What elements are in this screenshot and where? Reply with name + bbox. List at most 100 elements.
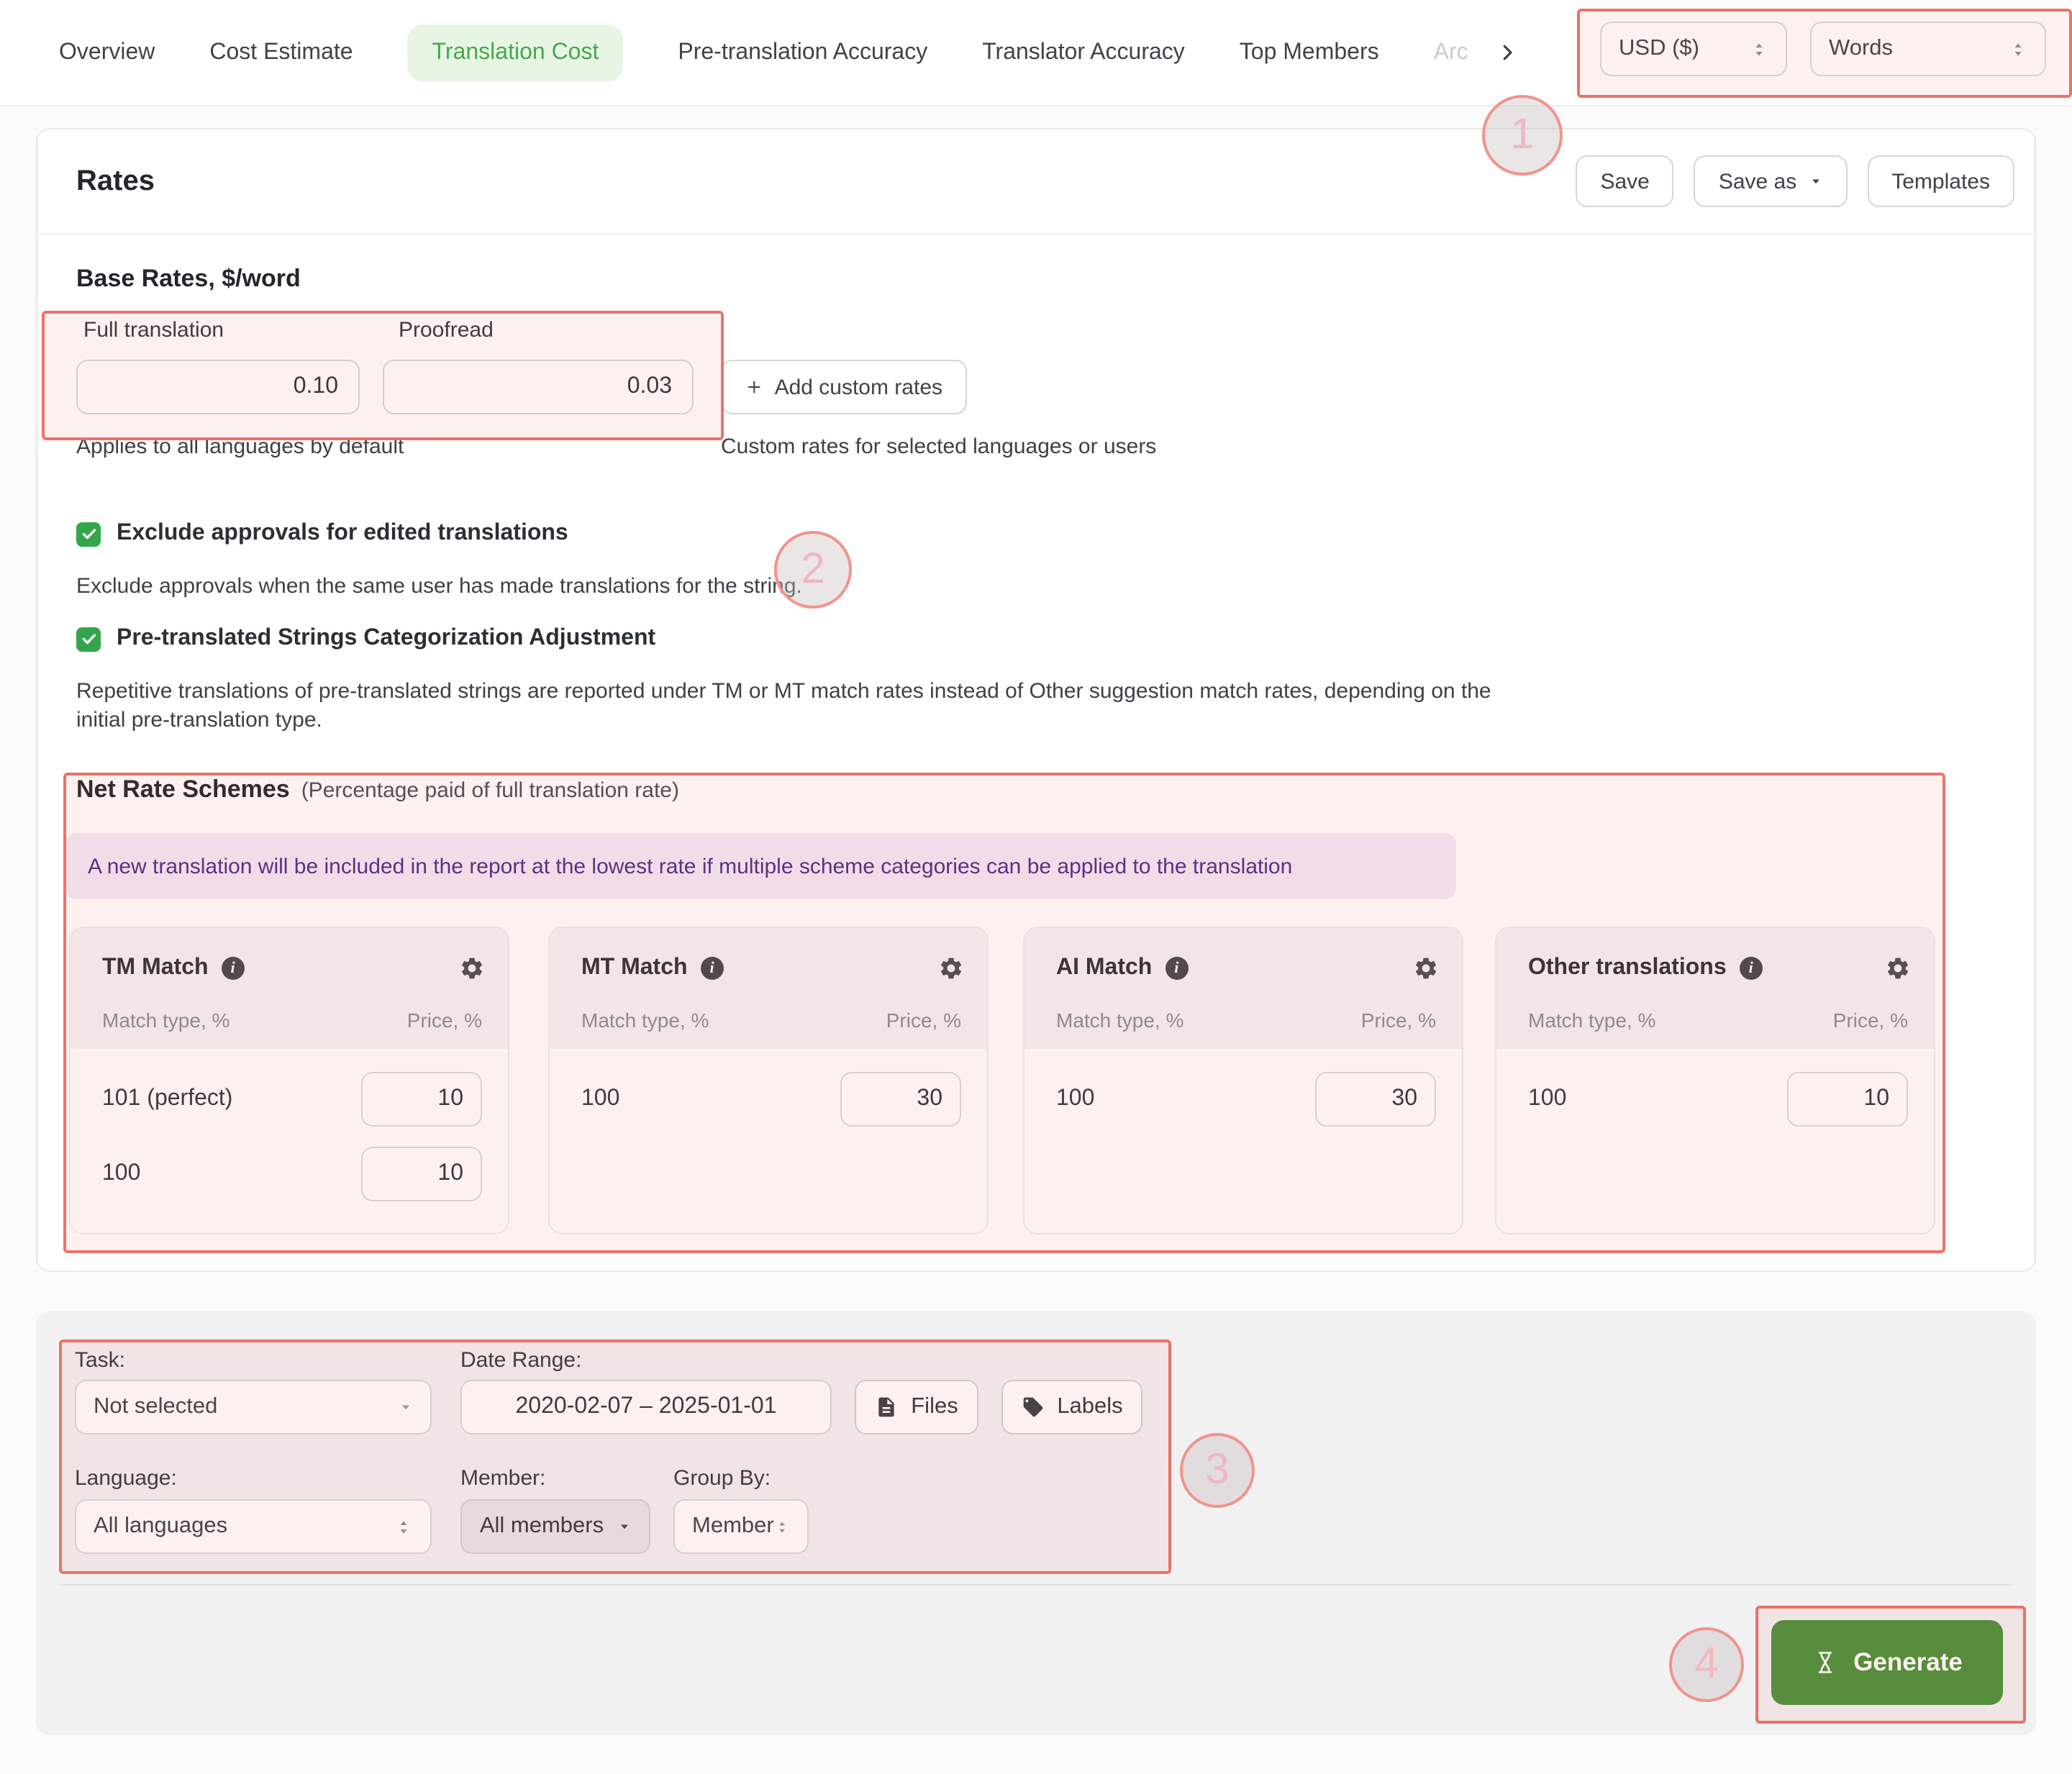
base-rates-heading: Base Rates, $/word	[76, 265, 301, 292]
files-button[interactable]: Files	[855, 1380, 978, 1434]
match-type-value: 100	[1528, 1086, 1567, 1111]
net-rate-schemes-heading: Net Rate Schemes (Percentage paid of full…	[76, 775, 679, 804]
member-select-button[interactable]: All members	[460, 1499, 650, 1554]
match-type-value: 100	[581, 1086, 620, 1111]
info-icon[interactable]	[700, 957, 724, 980]
tab-translation-cost[interactable]: Translation Cost	[407, 24, 624, 81]
report-tabs-bar: Overview Cost Estimate Translation Cost …	[0, 0, 2072, 106]
match-type-col-label: Match type, %	[581, 1009, 709, 1032]
tabs-scroll-right-button[interactable]	[1497, 42, 1519, 63]
ai-match-columns: Match type, % Price, %	[1056, 1003, 1436, 1037]
pretranslated-adjustment-checkbox[interactable]	[76, 627, 101, 651]
gear-icon[interactable]	[1413, 955, 1439, 981]
full-translation-input[interactable]: 0.10	[76, 360, 360, 414]
templates-button[interactable]: Templates	[1867, 155, 2014, 207]
tab-archived-truncated[interactable]: Arc	[1434, 40, 1468, 65]
exclude-approvals-description: Exclude approvals when the same user has…	[76, 574, 802, 599]
add-custom-rates-button[interactable]: Add custom rates	[721, 360, 967, 414]
page-title: Rates	[76, 165, 155, 196]
tab-cost-estimate[interactable]: Cost Estimate	[209, 40, 353, 65]
save-as-button[interactable]: Save as	[1694, 155, 1848, 207]
price-input[interactable]: 10	[361, 1072, 482, 1127]
labels-label: Labels	[1057, 1394, 1123, 1419]
report-filters-panel: Task: Date Range: Not selected 2020-02-0…	[36, 1311, 2036, 1735]
price-col-label: Price, %	[406, 1009, 482, 1032]
tag-icon	[1022, 1397, 1042, 1417]
currency-select[interactable]: USD ($)	[1600, 22, 1787, 76]
info-icon[interactable]	[1165, 957, 1189, 980]
gear-icon[interactable]	[938, 955, 964, 981]
tm-match-card: TM Match Match type, % Price, % 101 (per…	[69, 927, 509, 1234]
checkmark-icon	[81, 634, 96, 645]
ai-match-title-row: AI Match	[1056, 945, 1439, 991]
other-translations-row: 100 10	[1528, 1072, 1908, 1127]
tm-match-title-row: TM Match	[102, 945, 485, 991]
member-label: Member:	[460, 1466, 546, 1491]
caret-down-icon	[620, 1524, 628, 1529]
exclude-approvals-checkbox[interactable]	[76, 522, 101, 546]
proofread-label: Proofread	[399, 318, 494, 342]
hourglass-icon	[1818, 1652, 1832, 1673]
pretranslated-adjustment-description: Repetitive translations of pre-translate…	[76, 679, 1491, 732]
tm-match-row: 100 10	[102, 1147, 482, 1201]
save-as-label: Save as	[1718, 169, 1797, 194]
task-value: Not selected	[94, 1394, 218, 1419]
task-label: Task:	[75, 1348, 126, 1373]
sorter-icon	[778, 1521, 785, 1532]
add-custom-rates-label: Add custom rates	[774, 375, 942, 399]
language-select[interactable]: All languages	[75, 1499, 432, 1554]
pretranslated-adjustment-label: Pre-translated Strings Categorization Ad…	[117, 626, 656, 650]
tm-match-row: 101 (perfect) 10	[102, 1072, 482, 1127]
tm-match-columns: Match type, % Price, %	[102, 1003, 482, 1037]
language-value: All languages	[94, 1514, 228, 1538]
sorter-icon	[2014, 42, 2022, 55]
mt-match-title-row: MT Match	[581, 945, 964, 991]
match-type-value: 100	[102, 1161, 141, 1186]
files-label: Files	[911, 1394, 958, 1419]
gear-icon[interactable]	[1885, 955, 1911, 981]
net-rate-schemes-title: Net Rate Schemes	[76, 775, 290, 803]
info-icon[interactable]	[221, 957, 245, 980]
currency-value: USD ($)	[1619, 36, 1699, 60]
price-input[interactable]: 10	[361, 1147, 482, 1201]
proofread-input[interactable]: 0.03	[383, 360, 694, 414]
mt-match-row: 100 30	[581, 1072, 961, 1127]
labels-button[interactable]: Labels	[1001, 1380, 1142, 1434]
mt-match-card: MT Match Match type, % Price, % 100 30	[548, 927, 989, 1234]
language-label: Language:	[75, 1466, 177, 1491]
task-select[interactable]: Not selected	[75, 1380, 432, 1434]
pretranslated-adjustment-option: Pre-translated Strings Categorization Ad…	[76, 626, 655, 652]
date-range-label: Date Range:	[460, 1348, 582, 1373]
sorter-icon	[400, 1520, 407, 1533]
ai-match-row: 100 30	[1056, 1072, 1436, 1127]
ai-match-card: AI Match Match type, % Price, % 100 30	[1023, 927, 1463, 1234]
group-by-select[interactable]: Member	[673, 1499, 809, 1554]
tab-translator-accuracy[interactable]: Translator Accuracy	[982, 40, 1185, 65]
price-col-label: Price, %	[1832, 1009, 1908, 1032]
rates-panel: Rates Save Save as Templates Base Rates,…	[36, 128, 2036, 1272]
other-translations-card: Other translations Match type, % Price, …	[1495, 927, 1935, 1234]
info-icon[interactable]	[1739, 957, 1763, 980]
price-input[interactable]: 30	[1315, 1072, 1436, 1127]
tab-overview[interactable]: Overview	[59, 40, 155, 65]
units-select[interactable]: Words	[1810, 22, 2046, 76]
tab-pre-translation-accuracy[interactable]: Pre-translation Accuracy	[678, 40, 927, 65]
group-by-value: Member	[692, 1514, 774, 1538]
report-page: Overview Cost Estimate Translation Cost …	[0, 0, 2072, 1774]
tab-top-members[interactable]: Top Members	[1240, 40, 1379, 65]
net-rate-schemes-subtitle: (Percentage paid of full translation rat…	[301, 778, 679, 803]
price-input[interactable]: 10	[1787, 1072, 1908, 1127]
date-range-input[interactable]: 2020-02-07 – 2025-01-01	[460, 1380, 832, 1434]
exclude-approvals-option: Exclude approvals for edited translation…	[76, 521, 568, 547]
units-value: Words	[1829, 36, 1894, 60]
match-type-col-label: Match type, %	[102, 1009, 230, 1032]
plus-icon	[748, 381, 760, 394]
tm-match-title: TM Match	[102, 955, 209, 980]
price-input[interactable]: 30	[840, 1072, 961, 1127]
ai-match-title: AI Match	[1056, 955, 1153, 980]
save-button[interactable]: Save	[1576, 155, 1674, 207]
chevron-right-icon	[1504, 45, 1513, 60]
gear-icon[interactable]	[459, 955, 485, 981]
lowest-rate-info-banner: A new translation will be included in th…	[65, 833, 1456, 899]
generate-button[interactable]: Generate	[1771, 1620, 2003, 1705]
